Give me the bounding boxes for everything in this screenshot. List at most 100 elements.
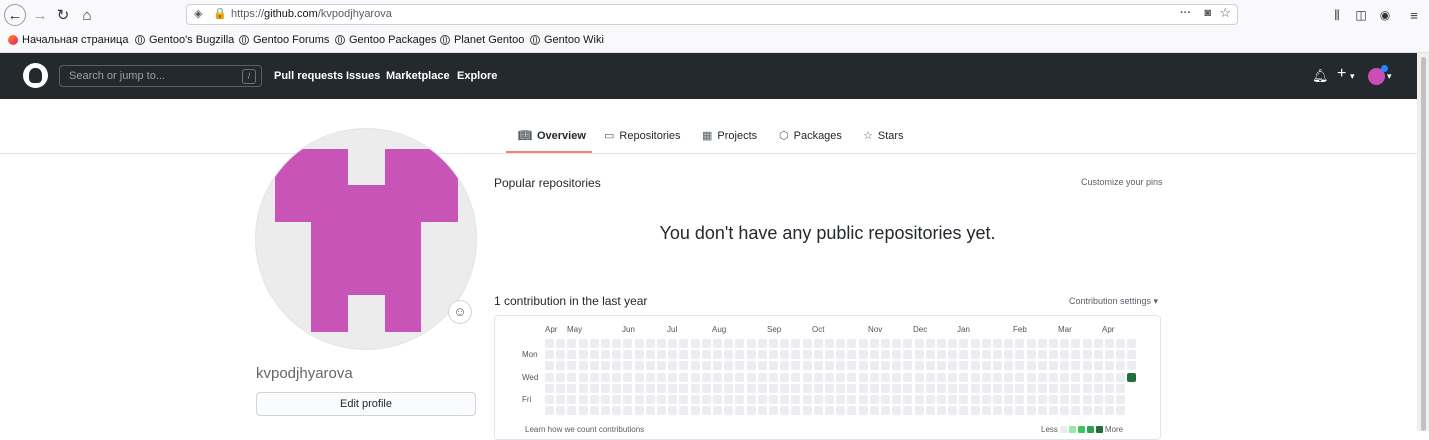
contribution-cell[interactable] (1071, 373, 1080, 382)
contribution-cell[interactable] (590, 395, 599, 404)
contribution-cell[interactable] (993, 361, 1002, 370)
contribution-cell[interactable] (713, 406, 722, 415)
contribution-cell[interactable] (791, 384, 800, 393)
contribution-cell[interactable] (601, 395, 610, 404)
contribution-cell[interactable] (612, 361, 621, 370)
contribution-cell[interactable] (836, 339, 845, 348)
contribution-cell[interactable] (948, 395, 957, 404)
contribution-cell[interactable] (1094, 350, 1103, 359)
contribution-cell[interactable] (814, 339, 823, 348)
contribution-cell[interactable] (1004, 350, 1013, 359)
contribution-cell[interactable] (825, 350, 834, 359)
contribution-cell[interactable] (926, 361, 935, 370)
contribution-cell[interactable] (601, 373, 610, 382)
contribution-cell[interactable] (691, 406, 700, 415)
contribution-cell[interactable] (780, 373, 789, 382)
contribution-cell[interactable] (791, 361, 800, 370)
contribution-cell[interactable] (691, 384, 700, 393)
contribution-cell[interactable] (579, 384, 588, 393)
contribution-cell[interactable] (545, 350, 554, 359)
back-button[interactable]: ← (4, 4, 26, 26)
library-icon[interactable]: ⫼ (1326, 4, 1348, 26)
set-status-button[interactable]: ☺ (448, 300, 472, 324)
contribution-cell[interactable] (1038, 350, 1047, 359)
contribution-cell[interactable] (735, 384, 744, 393)
contribution-cell[interactable] (1060, 373, 1069, 382)
contribution-cell[interactable] (937, 361, 946, 370)
bookmark-bugzilla[interactable]: Gentoo's Bugzilla (135, 34, 234, 46)
contribution-cell[interactable] (567, 339, 576, 348)
contribution-cell[interactable] (959, 339, 968, 348)
contribution-cell[interactable] (556, 395, 565, 404)
contribution-cell[interactable] (747, 350, 756, 359)
contribution-cell[interactable] (556, 384, 565, 393)
contribution-cell[interactable] (1116, 350, 1125, 359)
contribution-cell[interactable] (545, 373, 554, 382)
contribution-cell[interactable] (612, 350, 621, 359)
contribution-cell[interactable] (982, 339, 991, 348)
contribution-cell[interactable] (892, 384, 901, 393)
tab-stars[interactable]: ☆ Stars (863, 129, 904, 143)
contribution-cell[interactable] (702, 361, 711, 370)
contribution-cell[interactable] (769, 406, 778, 415)
contribution-cell[interactable] (937, 395, 946, 404)
contribution-cell[interactable] (1105, 384, 1114, 393)
contribution-cell[interactable] (937, 339, 946, 348)
contribution-cell[interactable] (590, 406, 599, 415)
contribution-cell[interactable] (971, 384, 980, 393)
contribution-cell[interactable] (601, 384, 610, 393)
contribution-cell[interactable] (959, 361, 968, 370)
contribution-cell[interactable] (612, 339, 621, 348)
contribution-cell[interactable] (959, 350, 968, 359)
contribution-cell[interactable] (1116, 384, 1125, 393)
tab-repositories[interactable]: ▭ Repositories (604, 129, 681, 143)
contribution-cell[interactable] (713, 384, 722, 393)
contribution-cell[interactable] (915, 361, 924, 370)
contribution-cell[interactable] (1015, 361, 1024, 370)
contribution-cell[interactable] (724, 384, 733, 393)
contribution-cell[interactable] (691, 373, 700, 382)
contribution-cell[interactable] (859, 373, 868, 382)
contribution-cell[interactable] (623, 384, 632, 393)
contribution-cell[interactable] (803, 395, 812, 404)
contribution-cell[interactable] (747, 395, 756, 404)
contribution-cell[interactable] (1049, 339, 1058, 348)
contribution-cell[interactable] (702, 395, 711, 404)
contribution-cell[interactable] (1060, 339, 1069, 348)
contribution-cell[interactable] (926, 406, 935, 415)
contribution-cell[interactable] (679, 395, 688, 404)
contribution-cell[interactable] (1094, 384, 1103, 393)
contribution-cell[interactable] (881, 339, 890, 348)
contribution-cell[interactable] (881, 350, 890, 359)
contribution-cell[interactable] (747, 406, 756, 415)
contribution-cell[interactable] (758, 361, 767, 370)
contribution-cell[interactable] (1038, 339, 1047, 348)
contribution-cell[interactable] (892, 361, 901, 370)
contribution-cell[interactable] (747, 384, 756, 393)
contribution-cell[interactable] (769, 339, 778, 348)
lock-icon[interactable]: 🔒 (213, 7, 227, 20)
contribution-cell[interactable] (825, 384, 834, 393)
contribution-cell[interactable] (993, 373, 1002, 382)
contribution-cell[interactable] (847, 395, 856, 404)
contribution-cell[interactable] (567, 406, 576, 415)
contribution-cell[interactable] (657, 406, 666, 415)
chevron-down-icon[interactable]: ▾ (1387, 71, 1392, 82)
contribution-cell[interactable] (769, 384, 778, 393)
contribution-cell[interactable] (646, 406, 655, 415)
contribution-cell[interactable] (657, 350, 666, 359)
contribution-cell[interactable] (915, 373, 924, 382)
contribution-cell[interactable] (1105, 373, 1114, 382)
plus-icon[interactable]: + (1337, 65, 1346, 83)
contribution-cell[interactable] (825, 406, 834, 415)
contribution-cell[interactable] (803, 361, 812, 370)
nav-issues[interactable]: Issues (346, 70, 380, 82)
contribution-cell[interactable] (971, 395, 980, 404)
contribution-cell[interactable] (1083, 384, 1092, 393)
contribution-cell[interactable] (780, 384, 789, 393)
contribution-cell[interactable] (556, 373, 565, 382)
contribution-cell[interactable] (959, 384, 968, 393)
contribution-cell[interactable] (702, 350, 711, 359)
contribution-cell[interactable] (1094, 361, 1103, 370)
contribution-cell[interactable] (847, 339, 856, 348)
